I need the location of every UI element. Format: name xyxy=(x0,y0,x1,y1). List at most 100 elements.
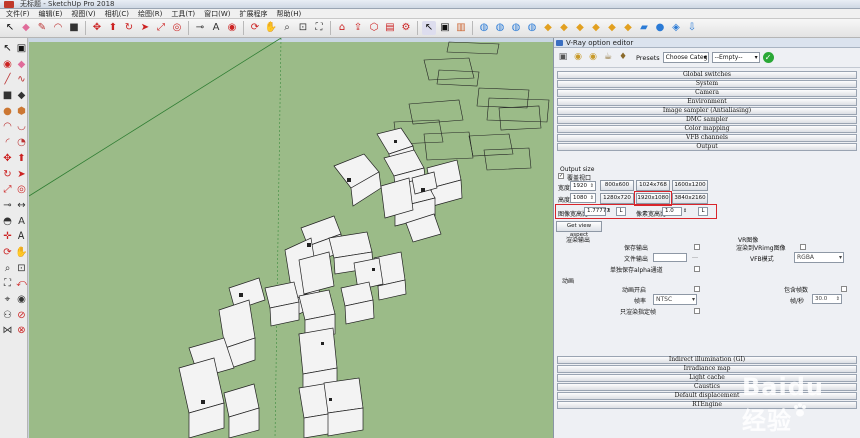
rollout-image-sampler[interactable]: Image sampler (Antialiasing) xyxy=(557,107,857,115)
menu-view[interactable]: 视图(V) xyxy=(71,9,95,19)
extension-warehouse-icon[interactable]: ⬡ xyxy=(367,21,381,35)
pencil-icon[interactable]: ✎ xyxy=(35,21,49,35)
render-current-frame-checkbox[interactable] xyxy=(694,308,700,314)
protractor-tool-icon[interactable]: ◓ xyxy=(1,215,14,229)
vray-sphere-light-icon[interactable]: ◆ xyxy=(557,21,571,35)
preset-1024x768-button[interactable]: 1024x768 xyxy=(636,180,670,191)
followme-tool-icon[interactable]: ➤ xyxy=(15,168,28,182)
model-viewport[interactable] xyxy=(29,38,553,438)
prevview-tool-icon[interactable]: ⤺ xyxy=(15,277,28,291)
arc-tool-icon[interactable]: ◠ xyxy=(1,120,14,134)
spinner-icon[interactable]: ⇕ xyxy=(590,182,594,190)
arc-icon[interactable]: ◠ xyxy=(51,21,65,35)
lookaround-icon[interactable]: ◉ xyxy=(15,293,28,307)
vray-proxy-icon[interactable]: ◈ xyxy=(669,21,683,35)
orbit-icon[interactable]: ⟳ xyxy=(248,21,262,35)
vray-render-icon[interactable]: ◍ xyxy=(477,21,491,35)
include-frame-checkbox[interactable] xyxy=(841,286,847,292)
rollout-color-mapping[interactable]: Color mapping xyxy=(557,125,857,133)
paint-tool-icon[interactable]: ◉ xyxy=(1,58,14,72)
rollout-vfb-channels[interactable]: VFB channels xyxy=(557,134,857,142)
tape-tool-icon[interactable]: ⊸ xyxy=(1,199,14,213)
rotate-icon[interactable]: ↻ xyxy=(122,21,136,35)
get-view-aspect-button[interactable]: Get view aspect xyxy=(556,221,602,238)
apply-preset-icon[interactable]: ✓ xyxy=(762,52,774,63)
move-icon[interactable]: ✥ xyxy=(90,21,104,35)
rotated-rect-tool-icon[interactable]: ◆ xyxy=(15,89,28,103)
pie-tool-icon[interactable]: ◔ xyxy=(15,136,28,150)
vray-omni-icon[interactable]: ◆ xyxy=(621,21,635,35)
dimension-tool-icon[interactable]: ↔ xyxy=(15,199,28,213)
offset-icon[interactable]: ◎ xyxy=(170,21,184,35)
reset-icon[interactable]: ◉ xyxy=(587,52,599,64)
save-preset-icon[interactable]: ▣ xyxy=(557,52,569,64)
rollout-irradiance-map[interactable]: Irradiance map xyxy=(557,365,857,373)
polygon-tool-icon[interactable]: ⬢ xyxy=(15,105,28,119)
zoom-tool-icon[interactable]: ⌕ xyxy=(1,262,14,276)
vfb-mode-select[interactable]: RGBA ▾ xyxy=(794,252,844,263)
text-tool-icon[interactable]: A xyxy=(15,215,28,229)
arc2-tool-icon[interactable]: ◡ xyxy=(15,120,28,134)
spinner-icon[interactable]: ⇕ xyxy=(590,194,594,202)
axes-tool-icon[interactable]: ✛ xyxy=(1,230,14,244)
preset-1280x720-button[interactable]: 1280x720 xyxy=(600,193,634,204)
teapot-icon[interactable]: ☕ xyxy=(602,52,614,64)
vray-dome-icon[interactable]: ◆ xyxy=(605,21,619,35)
share-model-icon[interactable]: ⇪ xyxy=(351,21,365,35)
preset-category-select[interactable]: Choose Categ ▾ xyxy=(662,52,709,63)
menu-tools[interactable]: 工具(T) xyxy=(171,9,195,19)
warehouse-icon[interactable]: ⌂ xyxy=(335,21,349,35)
zoomwin-tool-icon[interactable]: ⊡ xyxy=(15,262,28,276)
component-icon[interactable]: ▣ xyxy=(438,21,452,35)
pan-tool-icon[interactable]: ✋ xyxy=(15,246,28,260)
file-output-input[interactable] xyxy=(653,253,687,262)
zoom-extents-icon[interactable]: ⛶ xyxy=(312,21,326,35)
paint-bucket-icon[interactable]: ◉ xyxy=(225,21,239,35)
rollout-output[interactable]: Output xyxy=(557,143,857,151)
preset-3840x2160-button[interactable]: 3840x2160 xyxy=(672,193,708,204)
rectangle-icon[interactable]: ■ xyxy=(67,21,81,35)
follow-me-icon[interactable]: ➤ xyxy=(138,21,152,35)
frame-rate-select[interactable]: NTSC ▾ xyxy=(653,294,697,305)
zoom-window-icon[interactable]: ⊡ xyxy=(296,21,310,35)
rollout-environment[interactable]: Environment xyxy=(557,98,857,106)
position-camera-icon[interactable]: ⌖ xyxy=(1,293,14,307)
height-spinner[interactable]: 1080 ⇕ xyxy=(570,193,596,203)
arc3-tool-icon[interactable]: ◜ xyxy=(1,136,14,150)
component-tool-icon[interactable]: ▣ xyxy=(15,42,28,56)
fps-spinner[interactable]: 30.0 ⇕ xyxy=(812,294,842,304)
menu-edit[interactable]: 编辑(E) xyxy=(39,9,63,19)
width-spinner[interactable]: 1920 ⇕ xyxy=(570,181,596,191)
tape-measure-icon[interactable]: ⊸ xyxy=(193,21,207,35)
open-preset-icon[interactable]: ◉ xyxy=(572,52,584,64)
text-icon[interactable]: A xyxy=(209,21,223,35)
vray-export-icon[interactable]: ⇩ xyxy=(685,21,699,35)
move-tool-icon[interactable]: ✥ xyxy=(1,152,14,166)
render-to-vrimg-checkbox[interactable] xyxy=(800,244,806,250)
zoomext-tool-icon[interactable]: ⛶ xyxy=(1,277,14,291)
menu-camera[interactable]: 相机(C) xyxy=(105,9,129,19)
section2-tool-icon[interactable]: ⊗ xyxy=(15,324,28,338)
vray-ies-icon[interactable]: ◆ xyxy=(589,21,603,35)
preset-value-select[interactable]: --Empty-- ▾ xyxy=(711,52,760,63)
override-viewport-checkbox[interactable]: ✓ xyxy=(558,173,564,179)
menu-extensions[interactable]: 扩展程序 xyxy=(239,9,267,19)
preset-1600x1200-button[interactable]: 1600x1200 xyxy=(672,180,708,191)
vray-fb-icon[interactable]: ◍ xyxy=(525,21,539,35)
save-output-checkbox[interactable] xyxy=(694,244,700,250)
section-tool-icon[interactable]: ⊘ xyxy=(15,309,28,323)
eraser-tool-icon[interactable]: ◆ xyxy=(15,58,28,72)
select-icon[interactable]: ↖ xyxy=(3,21,17,35)
zoom-icon[interactable]: ⌕ xyxy=(280,21,294,35)
pushpull-tool-icon[interactable]: ⬆ xyxy=(15,152,28,166)
scale-icon[interactable]: ⤢ xyxy=(154,21,168,35)
vray-icon-1[interactable]: ▥ xyxy=(454,21,468,35)
line-tool-icon[interactable]: ╱ xyxy=(1,73,14,87)
vray-options-icon[interactable]: ◍ xyxy=(493,21,507,35)
menu-window[interactable]: 窗口(W) xyxy=(204,9,230,19)
rotate-tool-icon[interactable]: ↻ xyxy=(1,168,14,182)
pan-icon[interactable]: ✋ xyxy=(264,21,278,35)
eraser-icon[interactable]: ◆ xyxy=(19,21,33,35)
circle-tool-icon[interactable]: ● xyxy=(1,105,14,119)
rollout-system[interactable]: System xyxy=(557,80,857,88)
